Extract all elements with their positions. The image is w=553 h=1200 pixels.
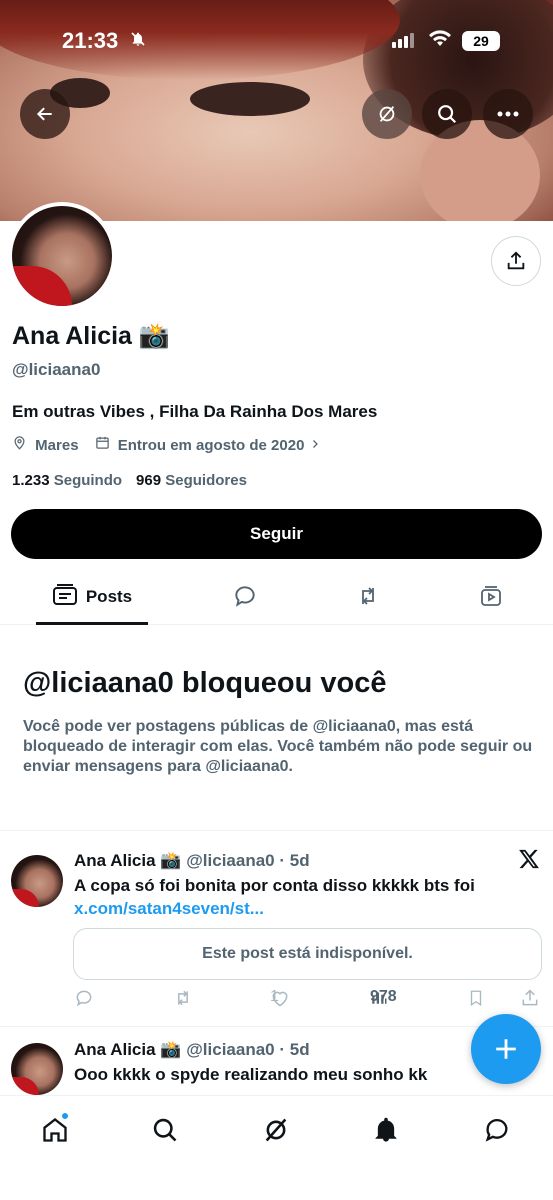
share-button[interactable]	[491, 236, 541, 286]
post-time: · 5d	[279, 1040, 310, 1059]
nav-notifications[interactable]	[366, 1112, 406, 1152]
location-text: Mares	[35, 437, 79, 454]
nav-home[interactable]	[35, 1112, 75, 1152]
post-author-name: Ana Alicia	[74, 1040, 156, 1059]
compose-post-button[interactable]	[471, 1014, 541, 1084]
profile-handle: @liciaana0	[12, 360, 101, 379]
profile-name-text: Ana Alicia	[12, 322, 132, 350]
profile-tabs: Posts	[0, 572, 553, 625]
x-logo-icon	[518, 848, 540, 877]
follow-button[interactable]: Seguir	[11, 509, 542, 559]
post-author-emoji: 📸	[160, 851, 182, 870]
search-icon	[151, 1116, 179, 1149]
blocked-message: Você pode ver postagens públicas de @lic…	[23, 718, 533, 775]
reply-bubble-icon	[232, 583, 258, 614]
avatar-shirt	[11, 889, 39, 907]
wifi-icon	[428, 29, 452, 52]
followers-label: Seguidores	[165, 472, 247, 489]
bottom-navigation	[0, 1095, 553, 1200]
post-author-handle: @liciaana0	[186, 1040, 275, 1059]
back-button[interactable]	[20, 89, 70, 139]
views-button[interactable]: 978	[370, 988, 397, 1006]
calendar-icon	[95, 436, 114, 454]
location-item: Mares	[12, 435, 79, 454]
status-bar: 21:33 29	[0, 28, 553, 54]
tab-posts-label: Posts	[85, 587, 133, 606]
bell-icon	[372, 1116, 400, 1149]
repost-button[interactable]	[172, 988, 194, 1013]
message-bubble-icon	[483, 1116, 511, 1149]
search-button[interactable]	[422, 89, 472, 139]
silent-mode-icon	[130, 31, 146, 52]
post-header: Ana Alicia 📸 @liciaana0 · 5d	[74, 1040, 310, 1060]
media-icon	[478, 584, 504, 613]
profile-avatar[interactable]	[8, 202, 116, 310]
cellular-signal-icon	[392, 32, 414, 52]
reply-button[interactable]	[74, 988, 94, 1013]
following-label: Seguindo	[53, 472, 123, 489]
joined-item[interactable]: Entrou em agosto de 2020	[95, 435, 321, 454]
follow-stats: 1.233 Seguindo 969 Seguidores	[12, 472, 247, 489]
avatar-shirt	[11, 1077, 39, 1095]
location-pin-icon	[12, 436, 31, 454]
notification-dot	[61, 1112, 69, 1120]
profile-bio: Em outras Vibes , Filha Da Rainha Dos Ma…	[12, 402, 378, 421]
followers-count: 969	[136, 472, 162, 489]
tab-posts[interactable]: Posts	[36, 572, 148, 625]
avatar-shirt	[12, 266, 72, 306]
divider	[0, 1026, 553, 1027]
profile-name: Ana Alicia 📸	[12, 322, 170, 351]
post-author-name: Ana Alicia	[74, 851, 156, 870]
more-options-button[interactable]	[483, 89, 533, 139]
tab-media[interactable]	[466, 572, 516, 625]
following-link[interactable]: 1.233 Seguindo	[12, 472, 122, 489]
post-author-handle: @liciaana0	[186, 851, 275, 870]
tab-replies[interactable]	[220, 572, 270, 625]
blocked-title: @liciaana0 bloqueou você	[23, 667, 387, 699]
repost-icon	[354, 584, 382, 613]
post-text: Ooo kkkk o spyde realizando meu sonho kk	[74, 1065, 428, 1084]
following-count: 1.233	[12, 472, 50, 489]
post-header: Ana Alicia 📸 @liciaana0 · 5d	[74, 851, 310, 871]
chevron-right-icon	[309, 437, 321, 454]
nav-messages[interactable]	[477, 1112, 517, 1152]
joined-text: Entrou em agosto de 2020	[117, 437, 305, 454]
divider	[0, 830, 553, 831]
post-avatar[interactable]	[11, 855, 63, 907]
views-count: 978	[370, 988, 397, 1005]
nav-search[interactable]	[145, 1112, 185, 1152]
banner-image-part	[190, 82, 310, 116]
unavailable-quote: Este post está indisponível.	[73, 928, 542, 980]
posts-tab-icon	[52, 583, 78, 611]
post-link[interactable]: x.com/satan4seven/st...	[74, 899, 264, 919]
status-time: 21:33	[62, 28, 119, 53]
post-avatar[interactable]	[11, 1043, 63, 1095]
post-author-emoji: 📸	[160, 1040, 182, 1059]
followers-link[interactable]: 969 Seguidores	[136, 472, 247, 489]
home-icon	[41, 1116, 69, 1149]
post-text: A copa só foi bonita por conta disso kkk…	[74, 876, 475, 895]
profile-meta: Mares Entrou em agosto de 2020	[12, 435, 321, 454]
camera-flash-emoji: 📸	[138, 322, 171, 350]
bookmark-button[interactable]	[467, 988, 485, 1013]
post-time: · 5d	[279, 851, 310, 870]
nav-grok[interactable]	[256, 1112, 296, 1152]
grok-button[interactable]	[362, 89, 412, 139]
post-actions: 1 978	[74, 988, 544, 1012]
share-post-button[interactable]	[520, 988, 540, 1013]
battery-icon: 29	[462, 31, 500, 51]
tab-reposts[interactable]	[343, 572, 393, 625]
grok-icon	[262, 1116, 290, 1149]
like-button[interactable]: 1	[270, 988, 290, 1008]
like-count: 1	[270, 988, 279, 1005]
